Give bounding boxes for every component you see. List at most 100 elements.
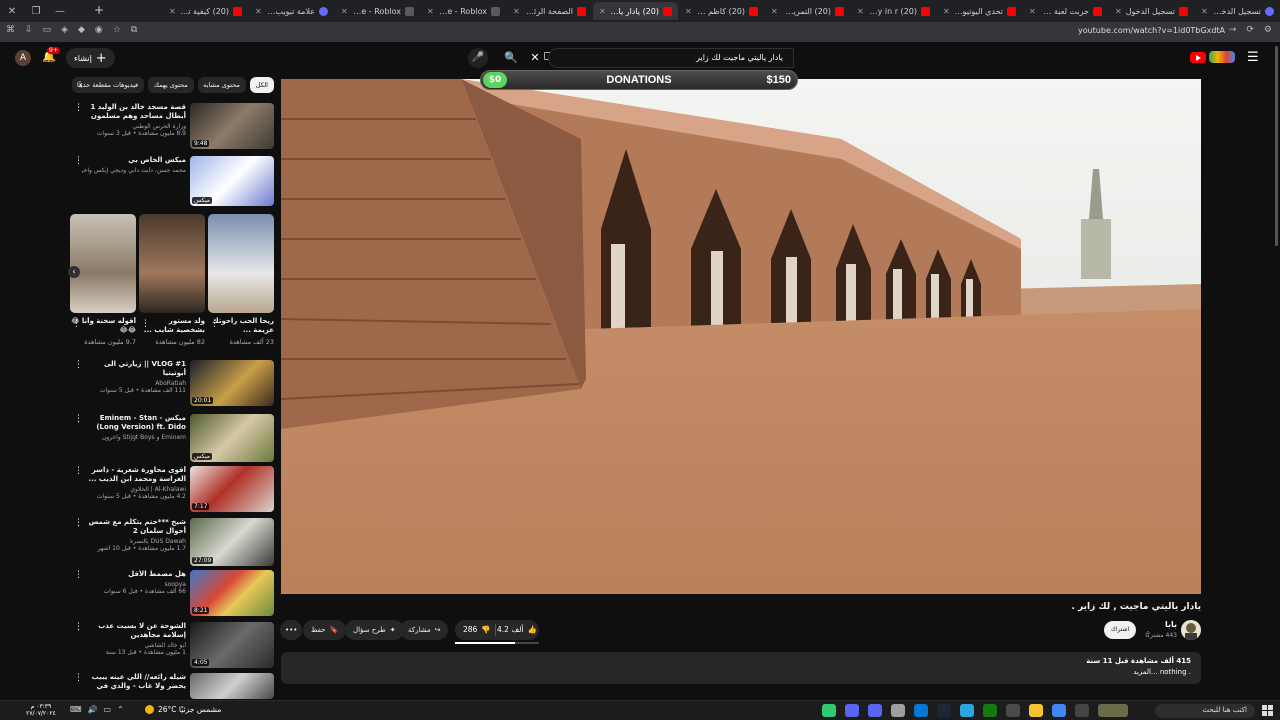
close-tab-icon[interactable]: ✕ — [1201, 7, 1208, 16]
chrome-icon[interactable] — [1052, 704, 1066, 717]
list-item[interactable]: 8:21 هل مصمط الأقل soopya 66 ألف مشاهدة … — [70, 570, 274, 616]
more-actions-icon[interactable]: ⋮ — [72, 319, 81, 329]
guide-menu-icon[interactable]: ☰ — [1247, 50, 1259, 65]
video-title[interactable]: أقوى محاورة شعرية - ذاسر الغراسة ومحمد ا… — [82, 466, 187, 484]
list-item[interactable]: شيله رائعه// اللي عينه يبيب يحضر ولا غاب… — [70, 673, 274, 699]
video-title[interactable]: ميكس - Eminem - Stan (Long Version) ft. … — [82, 414, 186, 432]
video-title[interactable]: هل مصمط الأقل — [82, 570, 186, 579]
screenshot-icon[interactable]: ⧉ — [131, 25, 137, 35]
discord-icon[interactable] — [868, 704, 882, 717]
url-field[interactable]: youtube.com/watch?v=1id0TbGxdtA — [1078, 26, 1225, 35]
account-avatar[interactable]: A — [15, 50, 31, 66]
new-tab-icon[interactable]: + — [94, 3, 104, 17]
video-title[interactable]: شيخ ***حتم يتكلم مع شمس أحوال سلمان 2 — [82, 518, 186, 536]
file-explorer-icon[interactable] — [1029, 704, 1043, 717]
browser-tab[interactable]: Home - Roblox✕ — [335, 2, 420, 20]
more-actions-icon[interactable]: ⋮ — [74, 156, 83, 166]
taskbar-search-input[interactable]: اكتب هنا للبحث — [1155, 704, 1255, 718]
scrollbar[interactable] — [1275, 46, 1278, 246]
ask-button[interactable]: طرح سؤال ✦ — [345, 620, 404, 640]
more-actions-icon[interactable]: ⋮ — [74, 570, 83, 580]
video-title[interactable]: شيله رائعه// اللي عينه يبيب يحضر ولا غاب… — [82, 673, 186, 691]
short-item[interactable]: ريحا الحب راحوتك عزيمة ... 23 ألف مشاهدة… — [208, 214, 274, 346]
list-item[interactable]: ميكس ميكس الخاص بي محمد حسن، دايت دابي و… — [70, 156, 274, 206]
browser-tab[interactable]: (20) كيفية تغيير ر...✕ — [163, 2, 248, 20]
chip-all[interactable]: الكل — [249, 77, 274, 93]
minimize-window-icon[interactable]: — — [48, 6, 72, 17]
more-actions-icon[interactable]: ⋮ — [141, 319, 150, 329]
create-button[interactable]: إنشاء + — [66, 48, 115, 68]
video-thumbnail[interactable]: 8:21 — [190, 570, 274, 616]
close-tab-icon[interactable]: ✕ — [1029, 7, 1036, 16]
youtube-logo[interactable] — [1190, 51, 1235, 63]
task-view-icon[interactable] — [1075, 704, 1089, 717]
system-clock[interactable]: ٠٣:٣٩ م ٢٧/٠٧/٢٠٢٤ — [26, 703, 56, 717]
close-tab-icon[interactable]: ✕ — [771, 7, 778, 16]
short-item[interactable]: ولد مستور بشخصية شايب ... 82 مليون مشاهد… — [139, 214, 205, 346]
app-icon[interactable] — [1006, 704, 1020, 717]
video-title[interactable]: الشوحة عن لا بسيت عذب إسلامة مجاهدين — [82, 622, 186, 640]
channel-name[interactable]: أبو خالد الشاشي — [82, 642, 186, 649]
telegram-icon[interactable] — [960, 704, 974, 717]
browser-tab[interactable]: تسجيل الدخول ✕ — [1109, 2, 1194, 20]
short-thumbnail[interactable] — [208, 214, 274, 313]
download-icon[interactable]: ⇩ — [25, 25, 33, 35]
mix-thumbnail[interactable]: ميكس — [190, 156, 274, 206]
short-thumbnail[interactable] — [139, 214, 205, 313]
browser-tab[interactable]: Home - Roblox✕ — [421, 2, 506, 20]
channel-name-main[interactable]: بابا — [1165, 620, 1177, 629]
browser-tab[interactable]: تسجيل الدخول - مقد...✕ — [1195, 2, 1280, 20]
video-title[interactable]: VLOG #1 || زيارتي الى أبوتيتيا — [82, 360, 186, 378]
description-text[interactable]: . nothing ...المزيد — [291, 668, 1191, 676]
list-item[interactable]: 4:05 الشوحة عن لا بسيت عذب إسلامة مجاهدي… — [70, 622, 274, 668]
keyboard-icon[interactable]: ⌨ — [70, 705, 82, 714]
chevron-left-icon[interactable]: ‹ — [68, 266, 80, 278]
voice-search-mic-icon[interactable]: 🎤 — [468, 48, 488, 68]
browser-tab[interactable]: (20) how to buy in r...✕ — [851, 2, 936, 20]
xbox-icon[interactable] — [983, 704, 997, 717]
mix-thumbnail[interactable]: ميكس — [190, 414, 274, 462]
more-actions-icon[interactable]: ⋮ — [210, 319, 219, 329]
app-icon[interactable] — [822, 704, 836, 717]
like-button[interactable]: 4.2 ألف 👍 — [497, 625, 537, 634]
video-thumbnail[interactable] — [190, 673, 274, 699]
close-tab-icon[interactable]: ✕ — [1115, 7, 1122, 16]
browser-tab[interactable]: جربت لعبة رعب لقتل...✕ — [1023, 2, 1108, 20]
reload-icon[interactable]: ⟳ — [1246, 25, 1254, 35]
channel-name[interactable]: وزارة الحرس الوطني — [82, 123, 186, 130]
subscribe-button[interactable]: اشتراك — [1104, 621, 1136, 639]
video-thumbnail[interactable]: 4:05 — [190, 622, 274, 668]
search-button[interactable]: 🔍 — [500, 48, 522, 68]
video-player[interactable] — [281, 79, 1201, 594]
chevron-left-icon[interactable]: ‹ — [79, 80, 83, 91]
chip-similar[interactable]: محتوى مشابه — [197, 77, 246, 93]
channel-name[interactable]: Al-Khalawi | الخلاوي — [82, 486, 186, 493]
close-tab-icon[interactable]: ✕ — [513, 7, 520, 16]
app-icon[interactable] — [1098, 704, 1128, 717]
close-tab-icon[interactable]: ✕ — [685, 7, 692, 16]
more-actions-icon[interactable]: ⋮ — [74, 518, 83, 528]
network-icon[interactable]: ▭ — [104, 705, 112, 714]
more-actions-icon[interactable]: ⋮ — [74, 622, 83, 632]
chip-for-you[interactable]: محتوى يهمك — [148, 77, 194, 93]
sidebar-icon[interactable]: ▭ — [43, 25, 52, 35]
app-icon[interactable] — [891, 704, 905, 717]
channel-name[interactable]: DUS Dawah بالنصرة — [82, 538, 186, 545]
close-window-icon[interactable]: ✕ — [0, 6, 24, 17]
share-button[interactable]: مشاركة ↪ — [400, 620, 449, 640]
short-thumbnail[interactable] — [70, 214, 136, 313]
browser-tab[interactable]: تحدي اليوتيوبرز الرم...✕ — [937, 2, 1022, 20]
close-tab-icon[interactable]: ✕ — [341, 7, 348, 16]
close-tab-icon[interactable]: ✕ — [427, 7, 434, 16]
steam-icon[interactable] — [937, 704, 951, 717]
more-actions-icon[interactable]: ⋮ — [74, 360, 83, 370]
forward-icon[interactable]: → — [1229, 25, 1237, 35]
video-thumbnail[interactable]: 27:09 — [190, 518, 274, 566]
more-actions-button[interactable]: ••• — [280, 620, 303, 640]
more-actions-icon[interactable]: ⋮ — [74, 466, 83, 476]
video-thumbnail[interactable]: 7:17 — [190, 466, 274, 512]
chevron-up-icon[interactable]: ⌃ — [117, 705, 124, 714]
close-tab-icon[interactable]: ✕ — [169, 7, 176, 16]
video-title[interactable]: قصة مسجد خالد بن الوليد 1 أبطال مساحد وه… — [82, 103, 186, 121]
more-actions-icon[interactable]: ⋮ — [74, 414, 83, 424]
